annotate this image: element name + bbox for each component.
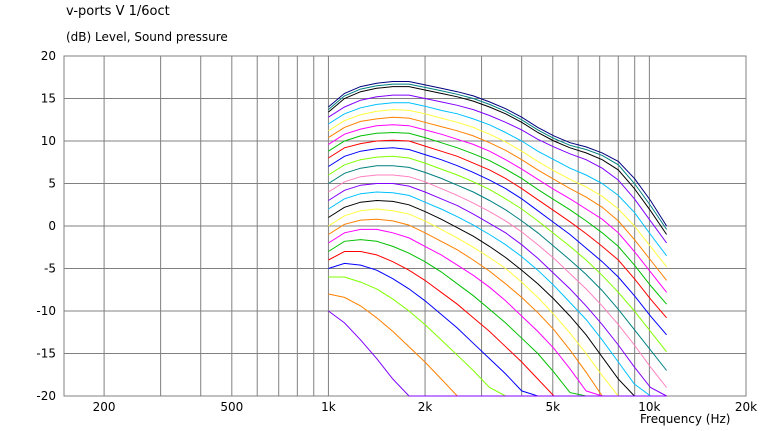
y-tick-label: 0	[48, 219, 56, 233]
x-tick-label: 1k	[321, 400, 336, 414]
y-tick-label: -20	[36, 389, 56, 403]
y-tick-label: 10	[41, 134, 56, 148]
x-tick-label: 200	[93, 400, 116, 414]
x-tick-label: 500	[220, 400, 243, 414]
x-tick-label: 5k	[545, 400, 560, 414]
y-tick-label: 15	[41, 92, 56, 106]
y-tick-label: -5	[44, 262, 56, 276]
y-tick-label: -15	[36, 347, 56, 361]
x-tick-labels: 200 500 1k 2k 5k 10k 20k	[93, 400, 758, 414]
x-tick-label: 20k	[735, 400, 757, 414]
chart-canvas: 20 15 10 5 0 -5 -10 -15 -20 200 500 1k 2k 5k 10k 20k	[36, 49, 758, 414]
x-tick-label: 10k	[638, 400, 660, 414]
x-tick-label: 2k	[418, 400, 433, 414]
y-tick-label: 5	[48, 177, 56, 191]
y-tick-labels: 20 15 10 5 0 -5 -10 -15 -20	[36, 49, 56, 403]
y-tick-label: -10	[36, 304, 56, 318]
y-tick-label: 20	[41, 49, 56, 63]
